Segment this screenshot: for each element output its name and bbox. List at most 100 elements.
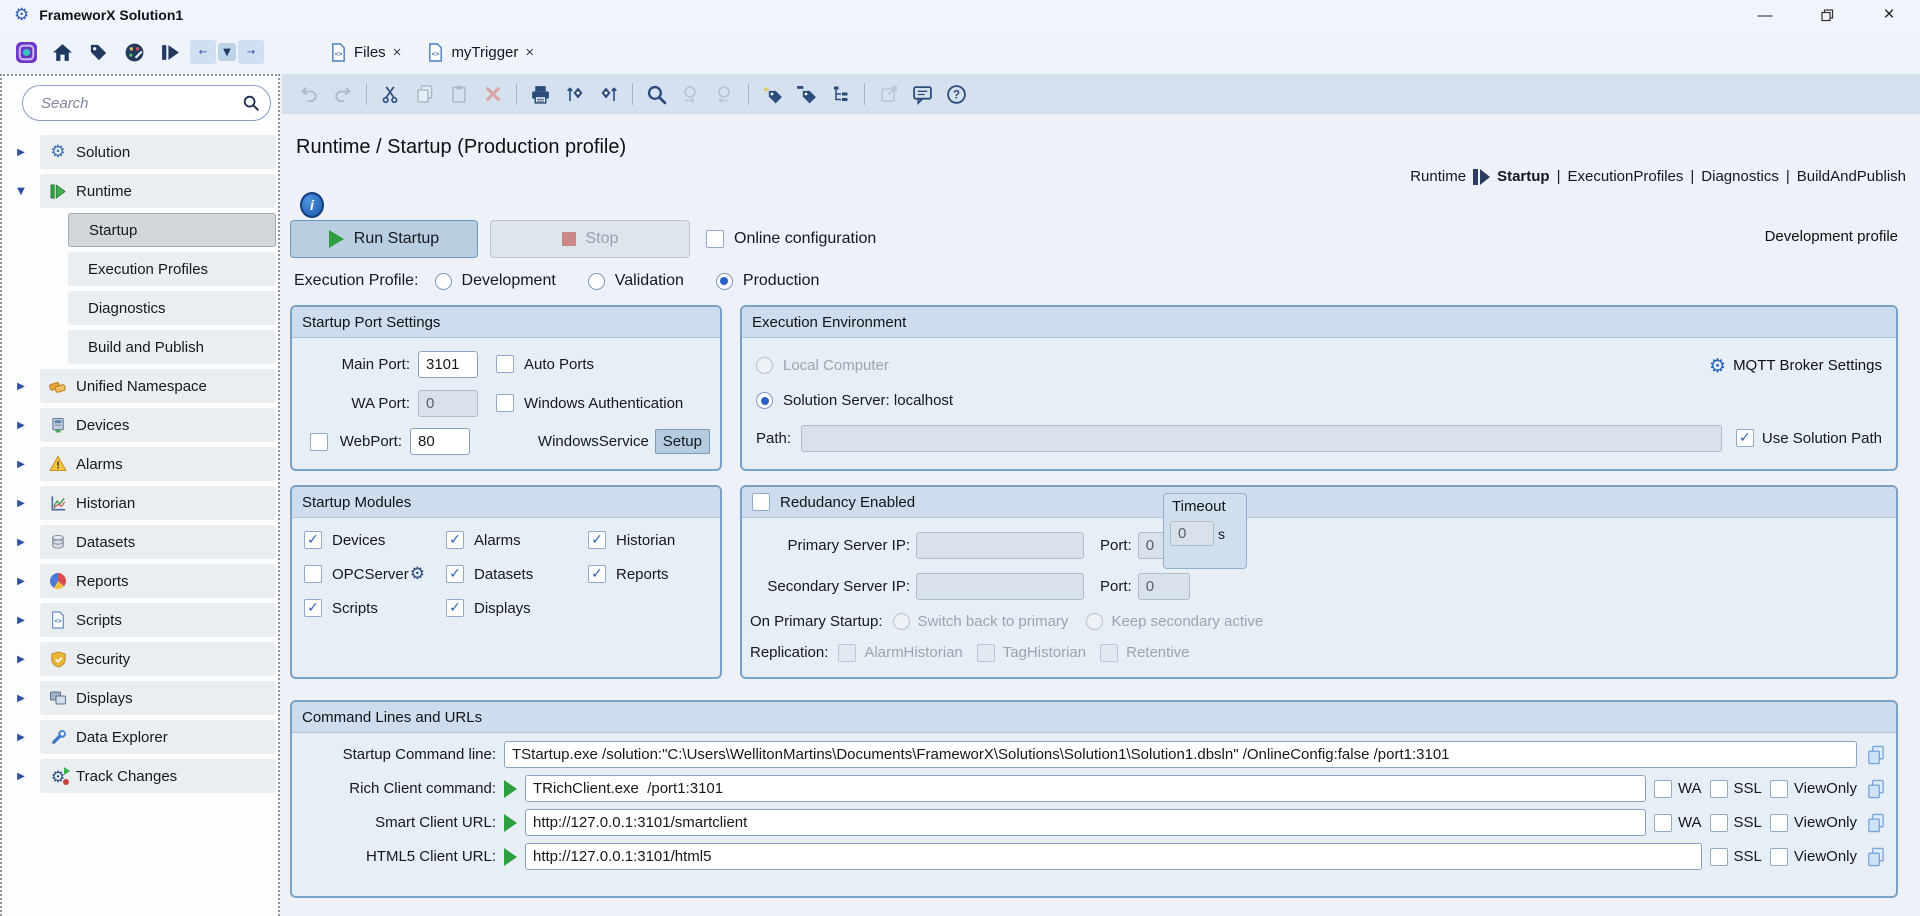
find-previous-icon[interactable]: [680, 84, 701, 105]
navigate-back-icon[interactable]: ←: [190, 40, 216, 64]
tab-files[interactable]: <> Files ×: [330, 43, 401, 62]
solution-server-radio[interactable]: [756, 392, 773, 409]
rich-client-viewonly-checkbox[interactable]: [1770, 780, 1788, 798]
chevron-down-icon[interactable]: ▼: [2, 186, 40, 197]
find-next-icon[interactable]: [714, 84, 735, 105]
sidebar-item-scripts[interactable]: ▶ <> Scripts: [2, 603, 278, 637]
sidebar-item-alarms[interactable]: ▶ ! Alarms: [2, 447, 278, 481]
delete-icon[interactable]: [482, 84, 503, 105]
use-solution-path-checkbox[interactable]: [1736, 429, 1754, 447]
chevron-right-icon[interactable]: ▶: [2, 771, 40, 782]
undo-icon[interactable]: [298, 84, 319, 105]
chevron-right-icon[interactable]: ▶: [2, 654, 40, 665]
format-selection-icon[interactable]: [598, 84, 619, 105]
sidebar-item-solution[interactable]: ▶ ⚙ Solution: [2, 135, 278, 169]
copy-command-icon[interactable]: [1865, 744, 1886, 765]
online-configuration-checkbox[interactable]: [706, 230, 724, 248]
displays-designer-icon[interactable]: [122, 40, 146, 64]
sidebar-item-build-and-publish[interactable]: Build and Publish: [2, 330, 278, 364]
module-historian-checkbox[interactable]: [588, 531, 606, 549]
rich-client-ssl-checkbox[interactable]: [1710, 780, 1728, 798]
info-icon[interactable]: i: [300, 192, 324, 218]
copy-command-icon[interactable]: [1865, 778, 1886, 799]
maximize-button[interactable]: [1796, 0, 1858, 30]
html5-client-viewonly-checkbox[interactable]: [1770, 848, 1788, 866]
main-port-input[interactable]: [418, 351, 478, 378]
module-datasets-checkbox[interactable]: [446, 565, 464, 583]
startup-command-line-input[interactable]: [504, 741, 1857, 768]
add-tag-icon[interactable]: +: [762, 84, 783, 105]
windows-authentication-checkbox[interactable]: [496, 394, 514, 412]
rich-client-command-input[interactable]: [525, 775, 1646, 802]
chevron-right-icon[interactable]: ▶: [2, 537, 40, 548]
module-displays-checkbox[interactable]: [446, 599, 464, 617]
search-icon[interactable]: [242, 94, 260, 112]
copy-command-icon[interactable]: [1865, 846, 1886, 867]
tab-close-icon[interactable]: ×: [525, 44, 534, 61]
launch-smart-client-icon[interactable]: [504, 814, 517, 832]
paste-icon[interactable]: [448, 84, 469, 105]
module-opcserver-checkbox[interactable]: [304, 565, 322, 583]
webport-checkbox[interactable]: [310, 433, 328, 451]
print-icon[interactable]: [530, 84, 551, 105]
chevron-right-icon[interactable]: ▶: [2, 498, 40, 509]
remove-tag-icon[interactable]: [796, 84, 817, 105]
close-button[interactable]: ×: [1858, 0, 1920, 30]
html5-client-ssl-checkbox[interactable]: [1710, 848, 1728, 866]
sidebar-item-displays[interactable]: ▶ Displays: [2, 681, 278, 715]
sidebar-item-data-explorer[interactable]: ▶ Data Explorer: [2, 720, 278, 754]
chevron-right-icon[interactable]: ▶: [2, 381, 40, 392]
cut-icon[interactable]: [380, 84, 401, 105]
breadcrumb-runtime[interactable]: Runtime: [1410, 168, 1466, 185]
breadcrumb-executionprofiles[interactable]: ExecutionProfiles: [1567, 168, 1683, 185]
windows-service-setup-button[interactable]: Setup: [655, 429, 710, 454]
chevron-right-icon[interactable]: ▶: [2, 732, 40, 743]
navigate-forward-icon[interactable]: →: [238, 40, 264, 64]
smart-client-wa-checkbox[interactable]: [1654, 814, 1672, 832]
module-scripts-checkbox[interactable]: [304, 599, 322, 617]
breadcrumb-startup[interactable]: Startup: [1497, 168, 1550, 185]
sidebar-item-reports[interactable]: ▶ Reports: [2, 564, 278, 598]
module-reports-checkbox[interactable]: [588, 565, 606, 583]
sidebar-item-track-changes[interactable]: ▶ ⚙ Track Changes: [2, 759, 278, 793]
mqtt-broker-settings-button[interactable]: ⚙ MQTT Broker Settings: [1709, 355, 1882, 377]
sidebar-item-runtime[interactable]: ▼ Runtime: [2, 174, 278, 208]
auto-ports-checkbox[interactable]: [496, 355, 514, 373]
launch-rich-client-icon[interactable]: [504, 780, 517, 798]
sidebar-item-datasets[interactable]: ▶ Datasets: [2, 525, 278, 559]
rich-client-wa-checkbox[interactable]: [1654, 780, 1672, 798]
webport-input[interactable]: [410, 428, 470, 455]
tag-icon[interactable]: [86, 40, 110, 64]
redundancy-enabled-checkbox[interactable]: [752, 493, 770, 511]
redo-icon[interactable]: [332, 84, 353, 105]
chevron-right-icon[interactable]: ▶: [2, 147, 40, 158]
profile-development-radio[interactable]: [435, 273, 452, 290]
chevron-right-icon[interactable]: ▶: [2, 615, 40, 626]
format-document-icon[interactable]: [564, 84, 585, 105]
search-input[interactable]: [39, 94, 242, 113]
sidebar-item-historian[interactable]: ▶ Historian: [2, 486, 278, 520]
minimize-button[interactable]: —: [1734, 0, 1796, 30]
run-startup-button[interactable]: Run Startup: [290, 220, 478, 258]
chevron-right-icon[interactable]: ▶: [2, 576, 40, 587]
solution-explorer-icon[interactable]: [14, 40, 38, 64]
sidebar-item-execution-profiles[interactable]: Execution Profiles: [2, 252, 278, 286]
history-dropdown-icon[interactable]: ▼: [218, 43, 236, 61]
search-icon[interactable]: [646, 84, 667, 105]
html5-client-url-input[interactable]: [525, 843, 1702, 870]
opcserver-settings-gear-icon[interactable]: ⚙: [410, 564, 425, 584]
tab-close-icon[interactable]: ×: [393, 44, 402, 61]
sidebar-item-unified-namespace[interactable]: ▶ Unified Namespace: [2, 369, 278, 403]
sidebar-item-startup[interactable]: Startup: [2, 213, 278, 247]
chevron-right-icon[interactable]: ▶: [2, 459, 40, 470]
profile-production-radio[interactable]: [716, 273, 733, 290]
help-icon[interactable]: ?: [946, 84, 967, 105]
sidebar-item-devices[interactable]: ▶ Devices: [2, 408, 278, 442]
breadcrumb-buildandpublish[interactable]: BuildAndPublish: [1797, 168, 1906, 185]
module-devices-checkbox[interactable]: [304, 531, 322, 549]
search-box[interactable]: [22, 85, 271, 121]
launch-html5-client-icon[interactable]: [504, 848, 517, 866]
open-external-icon[interactable]: [878, 84, 899, 105]
runtime-icon[interactable]: [158, 40, 182, 64]
home-icon[interactable]: [50, 40, 74, 64]
